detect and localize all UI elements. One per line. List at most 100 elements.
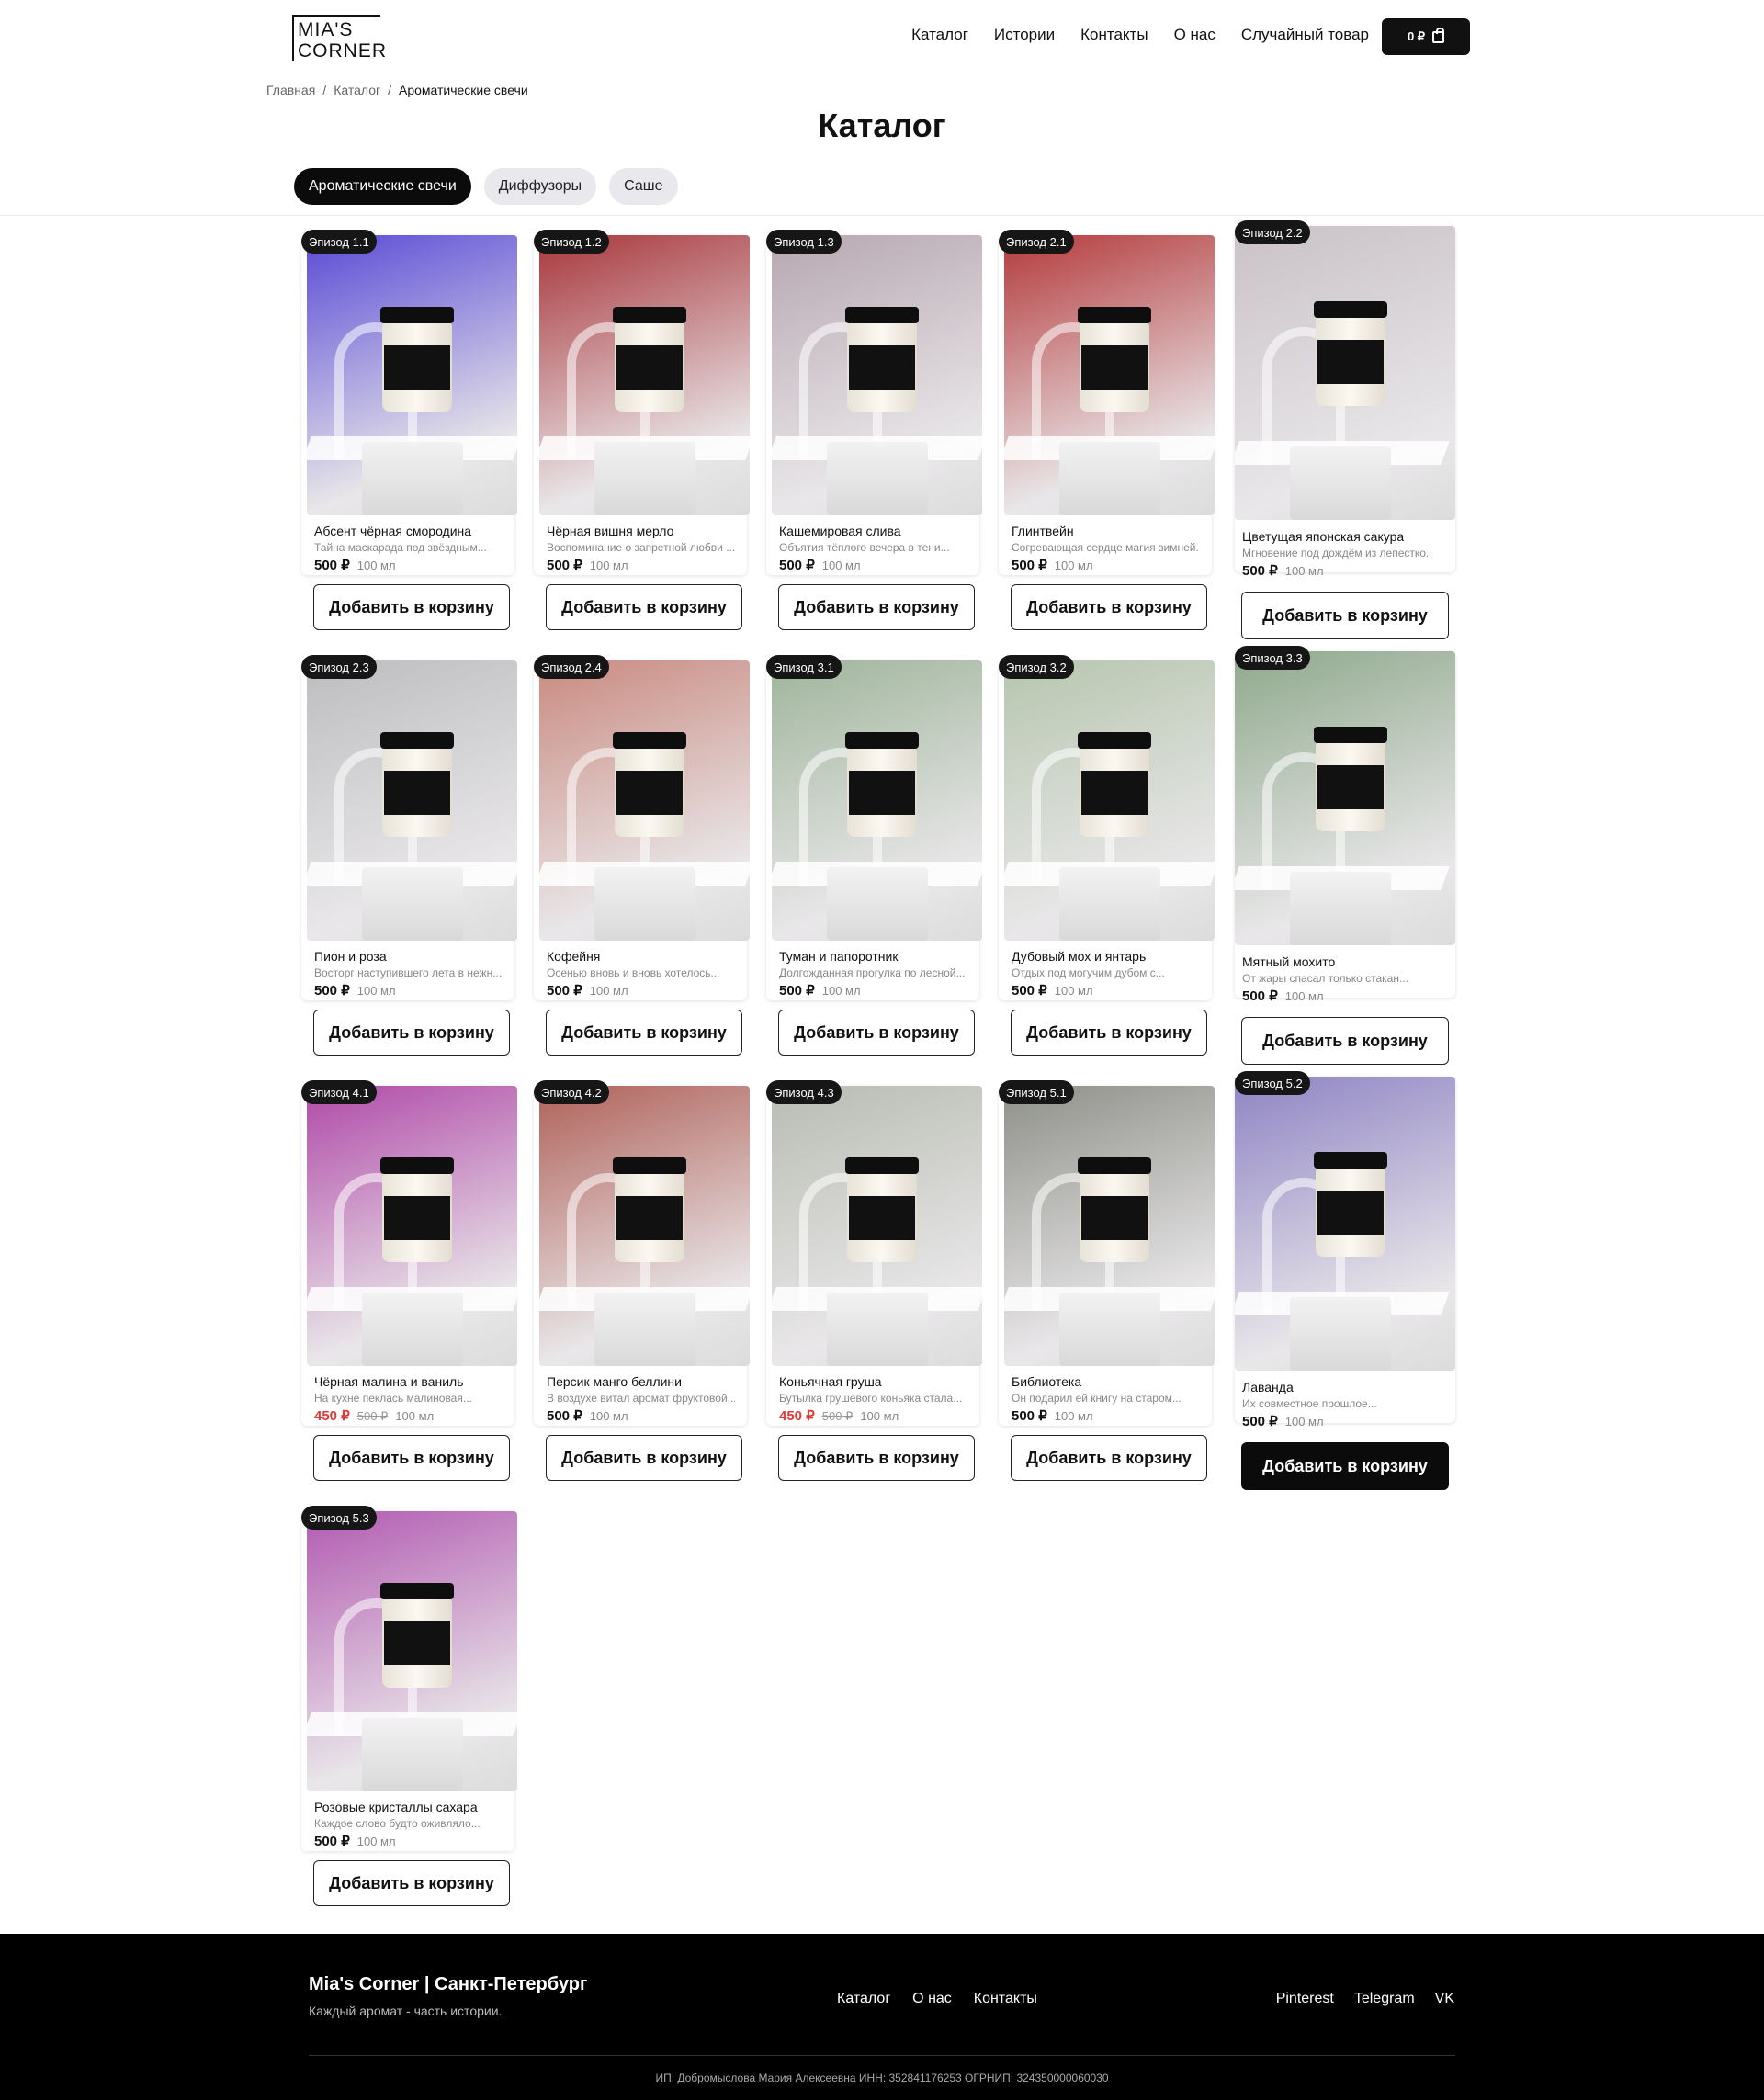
add-to-cart-button[interactable]: Добавить в корзину bbox=[313, 1010, 510, 1056]
product-description: Объятия тёплого вечера в тени... bbox=[779, 541, 950, 554]
add-to-cart-button[interactable]: Добавить в корзину bbox=[546, 1010, 742, 1056]
add-to-cart-button[interactable]: Добавить в корзину bbox=[1241, 592, 1449, 639]
product-name[interactable]: Чёрная вишня мерло bbox=[547, 524, 673, 538]
cart-button[interactable]: 0 ₽ bbox=[1382, 18, 1470, 55]
product-photo[interactable] bbox=[539, 660, 750, 941]
add-to-cart-button[interactable]: Добавить в корзину bbox=[546, 584, 742, 630]
add-to-cart-button[interactable]: Добавить в корзину bbox=[778, 584, 975, 630]
product-card[interactable]: Эпизод 3.1 Туман и папоротник Долгожданная… bbox=[766, 655, 982, 1056]
product-photo[interactable] bbox=[307, 660, 517, 941]
tab-sachets[interactable]: Саше bbox=[609, 168, 678, 205]
add-to-cart-button[interactable]: Добавить в корзину bbox=[1011, 584, 1207, 630]
product-name[interactable]: Кашемировая слива bbox=[779, 524, 901, 538]
header-divider bbox=[0, 215, 1764, 216]
product-photo[interactable] bbox=[772, 235, 982, 515]
nav-about[interactable]: О нас bbox=[1174, 26, 1216, 44]
product-name[interactable]: Цветущая японская сакура bbox=[1242, 529, 1404, 544]
candle-label bbox=[384, 771, 450, 815]
product-photo[interactable] bbox=[539, 235, 750, 515]
product-photo[interactable] bbox=[1004, 660, 1215, 941]
product-card[interactable]: Эпизод 5.3 Розовые кристаллы сахара Каждое… bbox=[301, 1506, 517, 1906]
product-name[interactable]: Абсент чёрная смородина bbox=[314, 524, 471, 538]
product-volume: 100 мл bbox=[356, 1835, 396, 1848]
product-photo[interactable] bbox=[1004, 1086, 1215, 1366]
tab-aroma-candles[interactable]: Ароматические свечи bbox=[294, 168, 471, 205]
product-photo[interactable] bbox=[772, 1086, 982, 1366]
product-photo[interactable] bbox=[307, 235, 517, 515]
photo-stand bbox=[1059, 1293, 1160, 1366]
add-to-cart-button[interactable]: Добавить в корзину bbox=[778, 1010, 975, 1056]
product-photo[interactable] bbox=[1235, 651, 1455, 945]
footer-link-catalog[interactable]: Каталог bbox=[837, 1991, 890, 2007]
add-to-cart-button[interactable]: Добавить в корзину bbox=[1011, 1435, 1207, 1481]
product-name[interactable]: Чёрная малина и ваниль bbox=[314, 1374, 464, 1389]
product-description: На кухне пеклась малиновая... bbox=[314, 1392, 472, 1405]
product-name[interactable]: Кофейня bbox=[547, 949, 600, 964]
add-to-cart-button[interactable]: Добавить в корзину bbox=[778, 1435, 975, 1481]
product-volume: 100 мл bbox=[1054, 559, 1093, 572]
product-photo[interactable] bbox=[772, 660, 982, 941]
tab-diffusers[interactable]: Диффузоры bbox=[483, 168, 597, 205]
product-card[interactable]: Эпизод 3.3 Мятный мохито От жары спасал то… bbox=[1235, 646, 1455, 1065]
add-to-cart-button[interactable]: Добавить в корзину bbox=[1011, 1010, 1207, 1056]
product-photo[interactable] bbox=[1235, 226, 1455, 520]
product-card[interactable]: Эпизод 3.2 Дубовый мох и янтарь Отдых под … bbox=[999, 655, 1215, 1056]
footer-link-contacts[interactable]: Контакты bbox=[974, 1991, 1037, 2007]
product-card[interactable]: Эпизод 5.1 Библиотека Он подарил ей книгу … bbox=[999, 1080, 1215, 1481]
nav-stories[interactable]: Истории bbox=[994, 26, 1055, 44]
add-to-cart-button[interactable]: Добавить в корзину bbox=[1241, 1017, 1449, 1065]
product-photo[interactable] bbox=[1235, 1077, 1455, 1371]
product-volume: 100 мл bbox=[1284, 989, 1324, 1003]
site-logo[interactable]: MIA'S CORNER bbox=[292, 15, 386, 61]
product-card[interactable]: Эпизод 4.1 Чёрная малина и ваниль На кухне… bbox=[301, 1080, 517, 1481]
social-pinterest[interactable]: Pinterest bbox=[1276, 1991, 1334, 2007]
add-to-cart-button[interactable]: Добавить в корзину bbox=[546, 1435, 742, 1481]
product-card[interactable]: Эпизод 2.3 Пион и роза Восторг наступившег… bbox=[301, 655, 517, 1056]
product-card[interactable]: Эпизод 5.2 Лаванда Их совместное прошлое..… bbox=[1235, 1071, 1455, 1490]
breadcrumb-current: Ароматические свечи bbox=[398, 83, 528, 97]
photo-stand bbox=[362, 867, 463, 941]
social-telegram[interactable]: Telegram bbox=[1354, 1991, 1415, 2007]
product-card[interactable]: Эпизод 1.1 Абсент чёрная смородина Тайна м… bbox=[301, 230, 517, 630]
product-card[interactable]: Эпизод 2.2 Цветущая японская сакура Мгнове… bbox=[1235, 220, 1455, 639]
product-name[interactable]: Туман и папоротник bbox=[779, 949, 898, 964]
candle-label bbox=[849, 1196, 915, 1240]
product-card[interactable]: Эпизод 1.3 Кашемировая слива Объятия тёпло… bbox=[766, 230, 982, 630]
site-footer: Mia's Corner | Санкт-Петербург Каждый ар… bbox=[0, 1934, 1764, 2100]
product-name[interactable]: Мятный мохито bbox=[1242, 954, 1335, 969]
product-name[interactable]: Персик манго беллини bbox=[547, 1374, 682, 1389]
product-name[interactable]: Глинтвейн bbox=[1012, 524, 1074, 538]
add-to-cart-button[interactable]: Добавить в корзину bbox=[313, 584, 510, 630]
nav-catalog[interactable]: Каталог bbox=[911, 26, 968, 44]
social-vk[interactable]: VK bbox=[1435, 1991, 1454, 2007]
breadcrumb-catalog[interactable]: Каталог bbox=[334, 83, 380, 97]
product-photo[interactable] bbox=[307, 1511, 517, 1791]
add-to-cart-button[interactable]: Добавить в корзину bbox=[1241, 1442, 1449, 1490]
product-name[interactable]: Лаванда bbox=[1242, 1380, 1294, 1394]
product-card[interactable]: Эпизод 4.2 Персик манго беллини В воздухе … bbox=[534, 1080, 750, 1481]
product-description: Каждое слово будто оживляло... bbox=[314, 1817, 481, 1830]
product-name[interactable]: Коньячная груша bbox=[779, 1374, 882, 1389]
product-name[interactable]: Розовые кристаллы сахара bbox=[314, 1800, 478, 1814]
product-name[interactable]: Пион и роза bbox=[314, 949, 387, 964]
product-photo[interactable] bbox=[307, 1086, 517, 1366]
product-photo[interactable] bbox=[539, 1086, 750, 1366]
footer-link-about[interactable]: О нас bbox=[912, 1991, 952, 2007]
product-card[interactable]: Эпизод 2.1 Глинтвейн Согревающая сердце ма… bbox=[999, 230, 1215, 630]
product-card[interactable]: Эпизод 1.2 Чёрная вишня мерло Воспоминание… bbox=[534, 230, 750, 630]
breadcrumb-separator: / bbox=[322, 83, 327, 97]
nav-random-product[interactable]: Случайный товар bbox=[1241, 26, 1369, 44]
candle-label bbox=[616, 1196, 683, 1240]
product-photo[interactable] bbox=[1004, 235, 1215, 515]
nav-contacts[interactable]: Контакты bbox=[1080, 26, 1148, 44]
product-card[interactable]: Эпизод 2.4 Кофейня Осенью вновь и вновь хо… bbox=[534, 655, 750, 1056]
add-to-cart-button[interactable]: Добавить в корзину bbox=[313, 1860, 510, 1906]
product-description: Он подарил ей книгу на старом... bbox=[1012, 1392, 1182, 1405]
product-card[interactable]: Эпизод 4.3 Коньячная груша Бутылка грушево… bbox=[766, 1080, 982, 1481]
photo-stand bbox=[1059, 867, 1160, 941]
add-to-cart-button[interactable]: Добавить в корзину bbox=[313, 1435, 510, 1481]
product-name[interactable]: Дубовый мох и янтарь bbox=[1012, 949, 1146, 964]
product-name[interactable]: Библиотека bbox=[1012, 1374, 1081, 1389]
episode-badge: Эпизод 3.2 bbox=[999, 655, 1074, 679]
breadcrumb-home[interactable]: Главная bbox=[266, 83, 315, 97]
